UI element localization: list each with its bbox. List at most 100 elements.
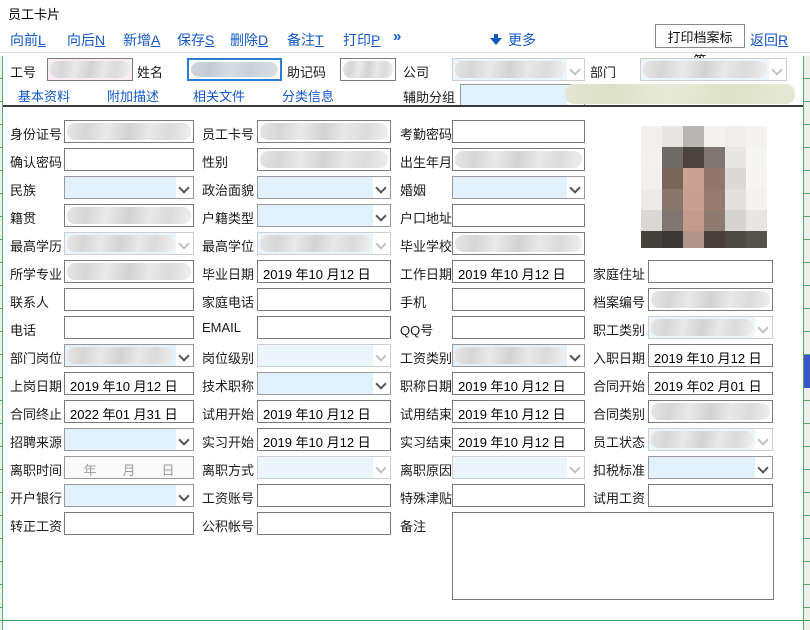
- field-label: 手机: [400, 292, 426, 311]
- photo-mosaic-cell: [725, 231, 746, 248]
- text-input[interactable]: [257, 512, 391, 535]
- text-input[interactable]: [648, 260, 773, 283]
- combo-box[interactable]: [452, 456, 585, 479]
- toolbar-button-a[interactable]: 新增A: [123, 30, 160, 50]
- combo-box[interactable]: [64, 232, 194, 255]
- toolbar-button-d[interactable]: 删除D: [230, 30, 268, 50]
- combo-box[interactable]: [257, 176, 391, 199]
- date-input[interactable]: 2019 年10 月12 日: [64, 372, 194, 395]
- date-input[interactable]: 2019 年10 月12 日: [257, 400, 391, 423]
- combo-box[interactable]: [648, 316, 773, 339]
- toolbar-button-p[interactable]: 打印P: [343, 30, 380, 50]
- text-input[interactable]: [257, 316, 391, 339]
- combo-box[interactable]: [64, 428, 194, 451]
- text-input[interactable]: [64, 260, 194, 283]
- text-input[interactable]: [452, 148, 585, 171]
- back-link-text: 返回: [750, 32, 778, 48]
- combo-box[interactable]: [452, 344, 585, 367]
- combo-value: [649, 317, 755, 338]
- text-input[interactable]: [64, 120, 194, 143]
- combo-value: [453, 59, 567, 80]
- more-button[interactable]: 更多: [490, 30, 536, 50]
- text-input[interactable]: [340, 58, 396, 81]
- combo-value: [649, 457, 755, 478]
- print-archive-label-button[interactable]: 打印档案标签: [655, 24, 745, 48]
- text-input[interactable]: [452, 120, 585, 143]
- toolbar-button-t[interactable]: 备注T: [287, 30, 324, 50]
- field-label: 姓名: [137, 62, 163, 81]
- text-input[interactable]: [452, 316, 585, 339]
- combo-value: [258, 177, 373, 198]
- masked-value: [67, 263, 191, 280]
- date-input[interactable]: 2019 年10 月12 日: [648, 344, 773, 367]
- combo-box[interactable]: [648, 456, 773, 479]
- date-input[interactable]: 2019 年10 月12 日: [452, 428, 585, 451]
- text-input[interactable]: [257, 120, 391, 143]
- toolbar-button-s[interactable]: 保存S: [177, 30, 214, 50]
- field-label: 家庭电话: [202, 292, 254, 311]
- combo-box[interactable]: [257, 456, 391, 479]
- toolbar-button-l[interactable]: 向前L: [10, 30, 46, 50]
- combo-box[interactable]: [64, 484, 194, 507]
- text-input[interactable]: [64, 148, 194, 171]
- date-input[interactable]: 2019 年10 月12 日: [257, 260, 391, 283]
- text-input[interactable]: [257, 288, 391, 311]
- date-input[interactable]: 2019 年10 月12 日: [452, 260, 585, 283]
- text-input[interactable]: [257, 484, 391, 507]
- text-input[interactable]: [64, 512, 194, 535]
- photo-mosaic-cell: [704, 168, 725, 189]
- text-input[interactable]: [64, 204, 194, 227]
- photo-mosaic-cell: [641, 231, 662, 248]
- text-input[interactable]: [648, 400, 773, 423]
- masked-value: [67, 123, 191, 140]
- text-input[interactable]: [452, 204, 585, 227]
- masked-value: [651, 403, 770, 420]
- combo-box[interactable]: [452, 176, 585, 199]
- date-input[interactable]: 2022 年01 月31 日: [64, 400, 194, 423]
- tab-extra-desc[interactable]: 附加描述: [107, 86, 159, 105]
- notes-textarea[interactable]: [452, 512, 774, 600]
- date-input[interactable]: 2019 年10 月12 日: [452, 372, 585, 395]
- date-input-empty[interactable]: 年 月 日: [64, 456, 194, 479]
- text-input[interactable]: [452, 288, 585, 311]
- double-chevron-icon[interactable]: »: [393, 28, 401, 45]
- field-value: 2019 年10 月12 日: [258, 261, 390, 283]
- photo-mosaic-cell: [683, 126, 704, 147]
- masked-value: [50, 61, 130, 78]
- tab-category-info[interactable]: 分类信息: [282, 86, 334, 105]
- field-label: 招聘来源: [10, 432, 62, 451]
- tab-related-files[interactable]: 相关文件: [193, 86, 245, 105]
- text-input[interactable]: [257, 148, 391, 171]
- combo-box[interactable]: [64, 344, 194, 367]
- combo-box[interactable]: [257, 344, 391, 367]
- text-input[interactable]: [452, 232, 585, 255]
- text-input[interactable]: [64, 288, 194, 311]
- combo-box[interactable]: [640, 58, 787, 81]
- text-input[interactable]: [47, 58, 133, 81]
- photo-mosaic-cell: [725, 126, 746, 147]
- field-label: 职工类别: [593, 320, 645, 339]
- combo-value: [258, 233, 373, 254]
- combo-box[interactable]: [257, 372, 391, 395]
- combo-box[interactable]: [64, 176, 194, 199]
- text-input[interactable]: [452, 484, 585, 507]
- combo-box[interactable]: [452, 58, 585, 81]
- text-input[interactable]: [648, 288, 773, 311]
- text-input[interactable]: [187, 58, 282, 81]
- field-label: 试用工资: [593, 488, 645, 507]
- tab-basic-info[interactable]: 基本资料: [18, 86, 70, 105]
- date-input[interactable]: 2019 年10 月12 日: [452, 400, 585, 423]
- back-link[interactable]: 返回R: [750, 30, 788, 50]
- date-input[interactable]: 2019 年10 月12 日: [257, 428, 391, 451]
- combo-box[interactable]: [257, 204, 391, 227]
- text-input[interactable]: [648, 484, 773, 507]
- combo-box[interactable]: [257, 232, 391, 255]
- toolbar-button-n[interactable]: 向后N: [67, 30, 105, 50]
- field-label: 联系人: [10, 292, 49, 311]
- photo-mosaic-cell: [641, 168, 662, 189]
- date-input[interactable]: 2019 年02 月01 日: [648, 372, 773, 395]
- photo-mosaic-cell: [746, 126, 767, 147]
- text-input[interactable]: [64, 316, 194, 339]
- combo-box[interactable]: [648, 428, 773, 451]
- combo-value: [649, 429, 755, 450]
